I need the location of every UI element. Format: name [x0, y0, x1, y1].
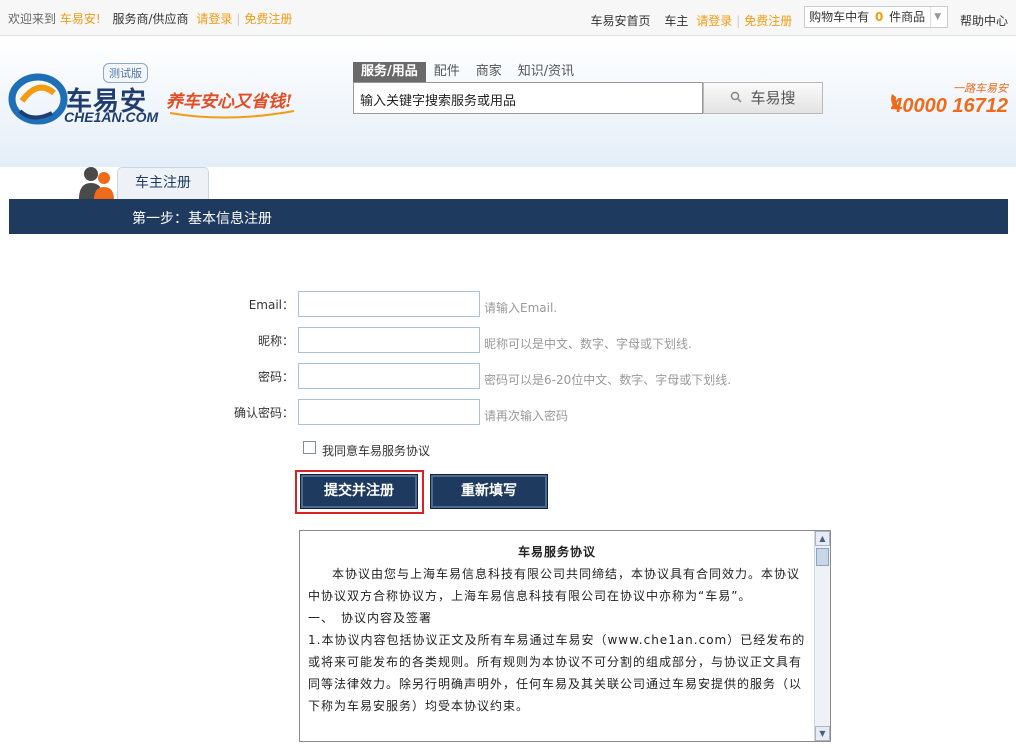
cart-suffix: 件商品: [889, 10, 926, 24]
agreement-paragraph: 1.本协议内容包括协议正文及所有车易通过车易安（www.che1an.com）已…: [308, 633, 806, 713]
chevron-down-icon: ▼: [930, 7, 944, 27]
password-label: 密码：: [257, 370, 294, 384]
slogan-underline-icon: [169, 110, 295, 119]
search-input[interactable]: 输入关键字搜索服务或用品: [353, 82, 703, 114]
owner-label: 车主: [664, 14, 689, 28]
nickname-label: 昵称：: [257, 334, 294, 348]
scrollbar-thumb[interactable]: [816, 548, 829, 566]
tab-services[interactable]: 服务/用品: [353, 62, 426, 82]
nickname-field[interactable]: [298, 327, 480, 353]
nickname-hint: 昵称可以是中文、数字、字母或下划线.: [484, 337, 692, 351]
agreement-paragraph: 本协议由您与上海车易信息科技有限公司共同缔结，本协议具有合同效力。本协议中协议双…: [308, 567, 801, 603]
home-link[interactable]: 车易安首页: [591, 14, 651, 28]
user-group-icon: [79, 167, 114, 200]
email-field[interactable]: [298, 291, 480, 317]
top-bar: 欢迎来到 车易安! 服务商/供应商 请登录 | 免费注册 车易安首页 车主 请登录 |…: [0, 0, 1016, 36]
confirm-password-field[interactable]: [298, 399, 480, 425]
top-bar-right: 车易安首页 车主 请登录 | 免费注册 购物车中有 0 件商品 ▼ 帮助中心: [591, 6, 1008, 32]
agree-checkbox[interactable]: [303, 441, 316, 454]
agreement-box[interactable]: 车易服务协议 本协议由您与上海车易信息科技有限公司共同缔结，本协议具有合同效力。…: [299, 530, 831, 742]
search-button[interactable]: 车易搜: [703, 82, 823, 114]
owner-login-link[interactable]: 请登录: [696, 14, 732, 28]
cart-prefix: 购物车中有: [809, 10, 870, 24]
agreement-section-heading: 一、 协议内容及签署: [308, 611, 433, 625]
logo-domain: CHE1AN.COM: [64, 109, 159, 125]
help-link[interactable]: 帮助中心: [960, 14, 1008, 28]
submit-button[interactable]: 提交并注册: [300, 474, 418, 509]
email-hint: 请输入Email.: [484, 301, 558, 315]
search-icon: [730, 84, 743, 114]
search-button-label: 车易搜: [750, 89, 796, 107]
provider-login-link[interactable]: 请登录: [196, 12, 232, 26]
search-tabs: 服务/用品 配件 商家 知识/资讯: [353, 62, 582, 82]
reset-button[interactable]: 重新填写: [430, 474, 548, 509]
password-field[interactable]: [298, 363, 480, 389]
hotline-number: 40000 16712: [891, 95, 1008, 117]
test-badge: 测试版: [103, 63, 148, 83]
agreement-scrollbar[interactable]: ▲ ▼: [814, 531, 830, 741]
scroll-up-icon[interactable]: ▲: [815, 531, 830, 546]
welcome-text: 欢迎来到: [8, 12, 57, 26]
tab-owner-register[interactable]: 车主注册: [117, 167, 209, 199]
tab-knowledge[interactable]: 知识/资讯: [510, 62, 582, 82]
hotline-tagline: 一路车易安: [953, 82, 1008, 95]
confirm-password-hint: 请再次输入密码: [484, 409, 569, 423]
tab-parts[interactable]: 配件: [426, 62, 468, 82]
agreement-title: 车易服务协议: [517, 545, 596, 559]
confirm-password-label: 确认密码：: [233, 406, 294, 420]
site-header: 车易安 CHE1AN.COM 测试版 养车安心又省钱! 服务/用品 配件 商家 …: [0, 37, 1016, 167]
agree-label[interactable]: 我同意车易服务协议: [322, 442, 430, 459]
agreement-content: 车易服务协议 本协议由您与上海车易信息科技有限公司共同缔结，本协议具有合同效力。…: [308, 541, 806, 717]
cart-dropdown[interactable]: 购物车中有 0 件商品 ▼: [804, 6, 949, 28]
tab-merchants[interactable]: 商家: [468, 62, 510, 82]
provider-label: 服务商/供应商: [112, 12, 189, 26]
logo-e-icon[interactable]: [8, 67, 68, 127]
scroll-down-icon[interactable]: ▼: [815, 726, 830, 741]
step-title: 第一步：基本信息注册: [9, 199, 1008, 234]
email-label: Email：: [248, 298, 294, 312]
password-hint: 密码可以是6-20位中文、数字、字母或下划线.: [484, 373, 732, 387]
brand-link[interactable]: 车易安!: [60, 12, 101, 26]
provider-register-link[interactable]: 免费注册: [244, 12, 292, 26]
top-bar-left: 欢迎来到 车易安! 服务商/供应商 请登录 | 免费注册: [8, 12, 293, 26]
owner-register-link[interactable]: 免费注册: [744, 14, 792, 28]
cart-count: 0: [874, 10, 884, 24]
